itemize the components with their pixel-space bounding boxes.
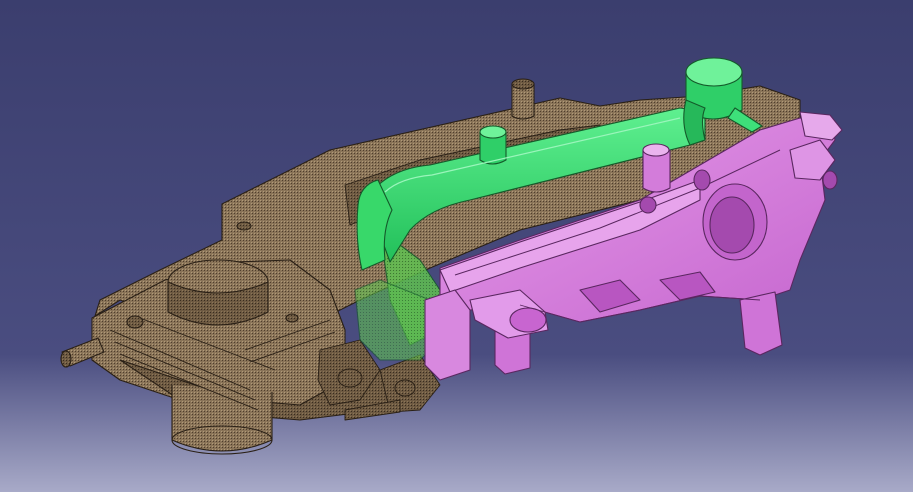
- core-hole-3: [639, 196, 657, 214]
- core-post-top: [642, 143, 670, 157]
- casting-back-pin-top: [511, 78, 535, 90]
- casting-hole-2: [285, 313, 299, 323]
- runner-sprue-curve: [683, 99, 706, 146]
- core-lug-1-end: [509, 307, 547, 333]
- core-leg-2: [739, 291, 783, 356]
- runner-sprue-top: [685, 57, 743, 87]
- cad-3d-viewport[interactable]: [0, 0, 913, 492]
- core-bore-inner: [709, 196, 755, 254]
- casting-left-pin-end: [60, 350, 72, 368]
- casting-hole-3: [236, 221, 252, 231]
- core-hole-2: [693, 169, 711, 191]
- runner-post-top: [479, 125, 507, 139]
- casting-hole-1: [126, 315, 144, 329]
- casting-bottom-cylinder: [171, 385, 273, 452]
- core-left-end: [424, 289, 471, 381]
- cad-scene[interactable]: [0, 0, 913, 492]
